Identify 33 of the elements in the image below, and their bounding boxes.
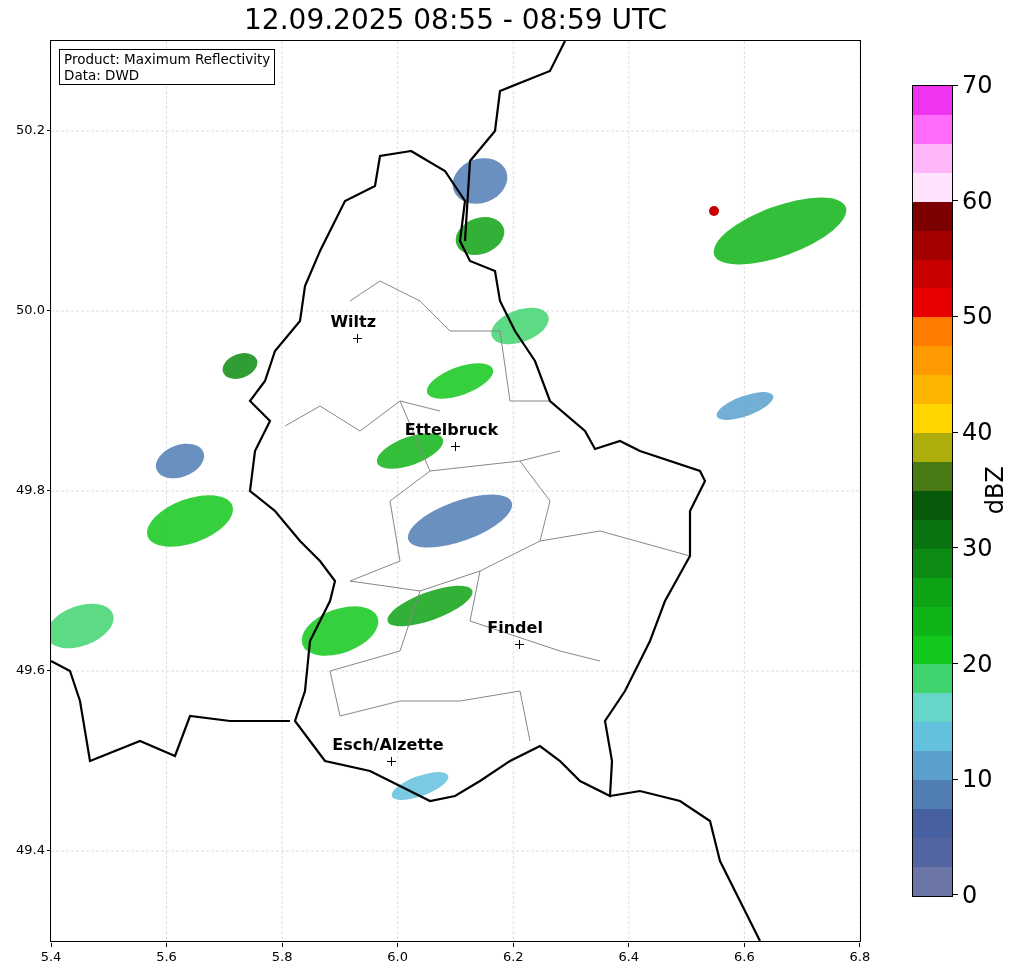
city-marker-icon	[514, 639, 524, 649]
y-axis-label: 49.8	[16, 481, 45, 500]
colorbar-tick-label: 70	[962, 73, 993, 97]
info-text: Product: Maximum Reflectivity	[64, 51, 271, 67]
x-axis-label: 6.4	[618, 948, 640, 966]
colorbar-tick-label: 0	[962, 882, 978, 907]
x-axis-label: 5.4	[40, 948, 62, 966]
colorbar-tick-label: 10	[962, 767, 993, 792]
x-axis-label: 6.0	[387, 948, 409, 966]
city-label: Ettelbruck	[404, 419, 499, 441]
colorbar-tick-label: 50	[962, 304, 993, 329]
y-axis-label: 50.0	[16, 301, 45, 320]
colorbar-tick-label: 60	[962, 188, 993, 213]
colorbar-tick-label: 20	[962, 651, 993, 676]
y-axis-label: 49.4	[16, 841, 45, 860]
city-marker-icon	[352, 333, 362, 343]
x-axis-label: 5.6	[156, 948, 177, 966]
city-marker-icon	[451, 441, 460, 451]
x-axis-label: 6.6	[734, 948, 755, 966]
info-text: Data: DWD	[64, 67, 141, 83]
city-marker-icon	[387, 756, 397, 766]
city-label: Wiltz	[330, 311, 377, 333]
colorbar-tick-label: 30	[962, 535, 993, 560]
colorbar-label: dBZ	[979, 465, 1010, 515]
x-axis-label: 5.8	[271, 948, 293, 966]
x-axis-label: 6.8	[849, 948, 871, 966]
city-label: Esch/Alzette	[332, 734, 444, 756]
chart-title: 12.09.2025 08:55 - 08:59 UTC	[244, 2, 667, 38]
x-axis-label: 6.2	[502, 948, 524, 966]
y-axis-label: 50.2	[16, 121, 45, 140]
city-label: Findel	[487, 617, 543, 639]
y-axis-label: 49.6	[16, 661, 45, 680]
colorbar-tick-label: 40	[962, 420, 993, 445]
